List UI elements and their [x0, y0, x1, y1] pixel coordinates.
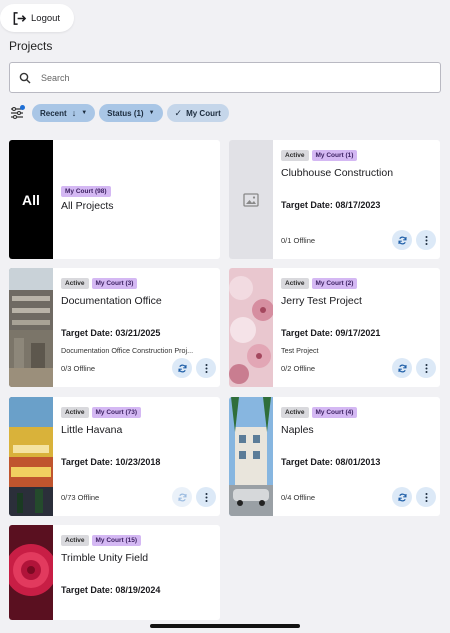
my-court-badge: My Court (1): [311, 150, 358, 161]
offline-count: 0/2 Offline: [281, 364, 316, 373]
status-badge: Active: [281, 278, 309, 289]
card-name: Documentation Office: [61, 295, 162, 307]
my-court-badge: My Court (4): [311, 407, 358, 418]
my-court-chip-label: My Court: [186, 108, 221, 118]
target-date: Target Date: 08/19/2024: [61, 585, 161, 595]
more-options-button[interactable]: [416, 487, 436, 507]
project-thumbnail: [9, 525, 57, 620]
arrow-down-icon: ↓: [71, 108, 77, 118]
status-chip-label: Status (1): [107, 108, 144, 118]
project-description: Test Project: [281, 346, 319, 355]
my-court-badge: My Court (2): [311, 278, 358, 289]
my-court-badge: My Court (73): [91, 407, 142, 418]
target-date: Target Date: 10/23/2018: [61, 457, 161, 467]
sync-icon: [397, 493, 407, 501]
more-vertical-icon: [424, 235, 428, 245]
card-name: Jerry Test Project: [281, 295, 362, 307]
target-date: Target Date: 08/01/2013: [281, 457, 381, 467]
search-bar[interactable]: [9, 62, 441, 93]
sync-button[interactable]: [172, 358, 192, 378]
offline-count: 0/3 Offline: [61, 364, 96, 373]
project-card-jerry-test[interactable]: Active My Court (2) Jerry Test Project T…: [229, 268, 440, 387]
check-icon: ✓: [174, 107, 183, 118]
more-options-button[interactable]: [196, 487, 216, 507]
search-icon: [19, 72, 31, 83]
sync-button[interactable]: [172, 487, 192, 507]
project-card-clubhouse[interactable]: Active My Court (1) Clubhouse Constructi…: [229, 140, 440, 259]
home-indicator: [150, 624, 300, 628]
target-date: Target Date: 08/17/2023: [281, 200, 381, 210]
recent-sort-chip[interactable]: Recent ↓ ▼: [32, 104, 96, 122]
card-name: Clubhouse Construction: [281, 167, 394, 179]
project-card-documentation-office[interactable]: Active My Court (3) Documentation Office…: [9, 268, 220, 387]
status-filter-chip[interactable]: Status (1) ▼: [99, 104, 163, 122]
sync-button[interactable]: [392, 358, 412, 378]
more-vertical-icon: [424, 363, 428, 373]
sync-icon: [397, 236, 407, 244]
status-badge: Active: [61, 407, 89, 418]
more-vertical-icon: [204, 363, 208, 373]
status-badge: Active: [61, 278, 89, 289]
card-name: All Projects: [61, 200, 114, 212]
more-options-button[interactable]: [416, 230, 436, 250]
caret-down-icon: ▼: [148, 110, 155, 116]
project-thumbnail: [229, 268, 274, 387]
project-thumbnail: [229, 140, 273, 259]
all-thumbnail: All: [9, 140, 53, 259]
project-thumbnail: [229, 397, 273, 516]
project-card-trimble-unity-field[interactable]: Active My Court (15) Trimble Unity Field…: [9, 525, 220, 620]
target-date: Target Date: 03/21/2025: [61, 328, 161, 338]
my-court-badge: My Court (3): [91, 278, 138, 289]
project-thumbnail: [9, 268, 53, 387]
more-options-button[interactable]: [196, 358, 216, 378]
project-thumbnail: [9, 397, 53, 516]
all-thumb-label: All: [22, 191, 40, 208]
my-court-chip[interactable]: ✓ My Court: [166, 104, 229, 122]
my-court-badge: My Court (98): [61, 186, 111, 197]
recent-chip-label: Recent: [40, 108, 67, 118]
status-badge: Active: [281, 407, 309, 418]
project-card-naples[interactable]: Active My Court (4) Naples Target Date: …: [229, 397, 440, 516]
card-name: Naples: [281, 424, 314, 436]
status-badge: Active: [61, 535, 89, 546]
project-card-little-havana[interactable]: Active My Court (73) Little Havana Targe…: [9, 397, 220, 516]
filter-bar: Recent ↓ ▼ Status (1) ▼ ✓ My Court: [9, 104, 233, 122]
logout-button[interactable]: Logout: [0, 4, 74, 32]
all-projects-card[interactable]: All My Court (98) All Projects: [9, 140, 220, 259]
offline-count: 0/1 Offline: [281, 236, 316, 245]
image-placeholder-icon: [243, 192, 259, 207]
my-court-badge: My Court (15): [91, 535, 142, 546]
target-date: Target Date: 09/17/2021: [281, 328, 381, 338]
filter-settings-icon[interactable]: [9, 105, 25, 121]
card-name: Little Havana: [61, 424, 123, 436]
project-description: Documentation Office Construction Proj..…: [61, 346, 194, 355]
more-vertical-icon: [204, 492, 208, 502]
status-badge: Active: [281, 150, 309, 161]
more-vertical-icon: [424, 492, 428, 502]
page-title: Projects: [9, 39, 53, 53]
sync-button[interactable]: [392, 230, 412, 250]
filter-active-dot: [20, 105, 25, 110]
sync-icon: [177, 493, 187, 501]
more-options-button[interactable]: [416, 358, 436, 378]
search-input[interactable]: [41, 72, 421, 83]
offline-count: 0/73 Offline: [61, 493, 100, 502]
logout-label: Logout: [31, 12, 61, 24]
sync-icon: [177, 364, 187, 372]
logout-icon: [13, 11, 27, 25]
offline-count: 0/4 Offline: [281, 493, 316, 502]
card-name: Trimble Unity Field: [61, 552, 149, 564]
caret-down-icon: ▼: [81, 110, 88, 116]
sync-button[interactable]: [392, 487, 412, 507]
sync-icon: [397, 364, 407, 372]
